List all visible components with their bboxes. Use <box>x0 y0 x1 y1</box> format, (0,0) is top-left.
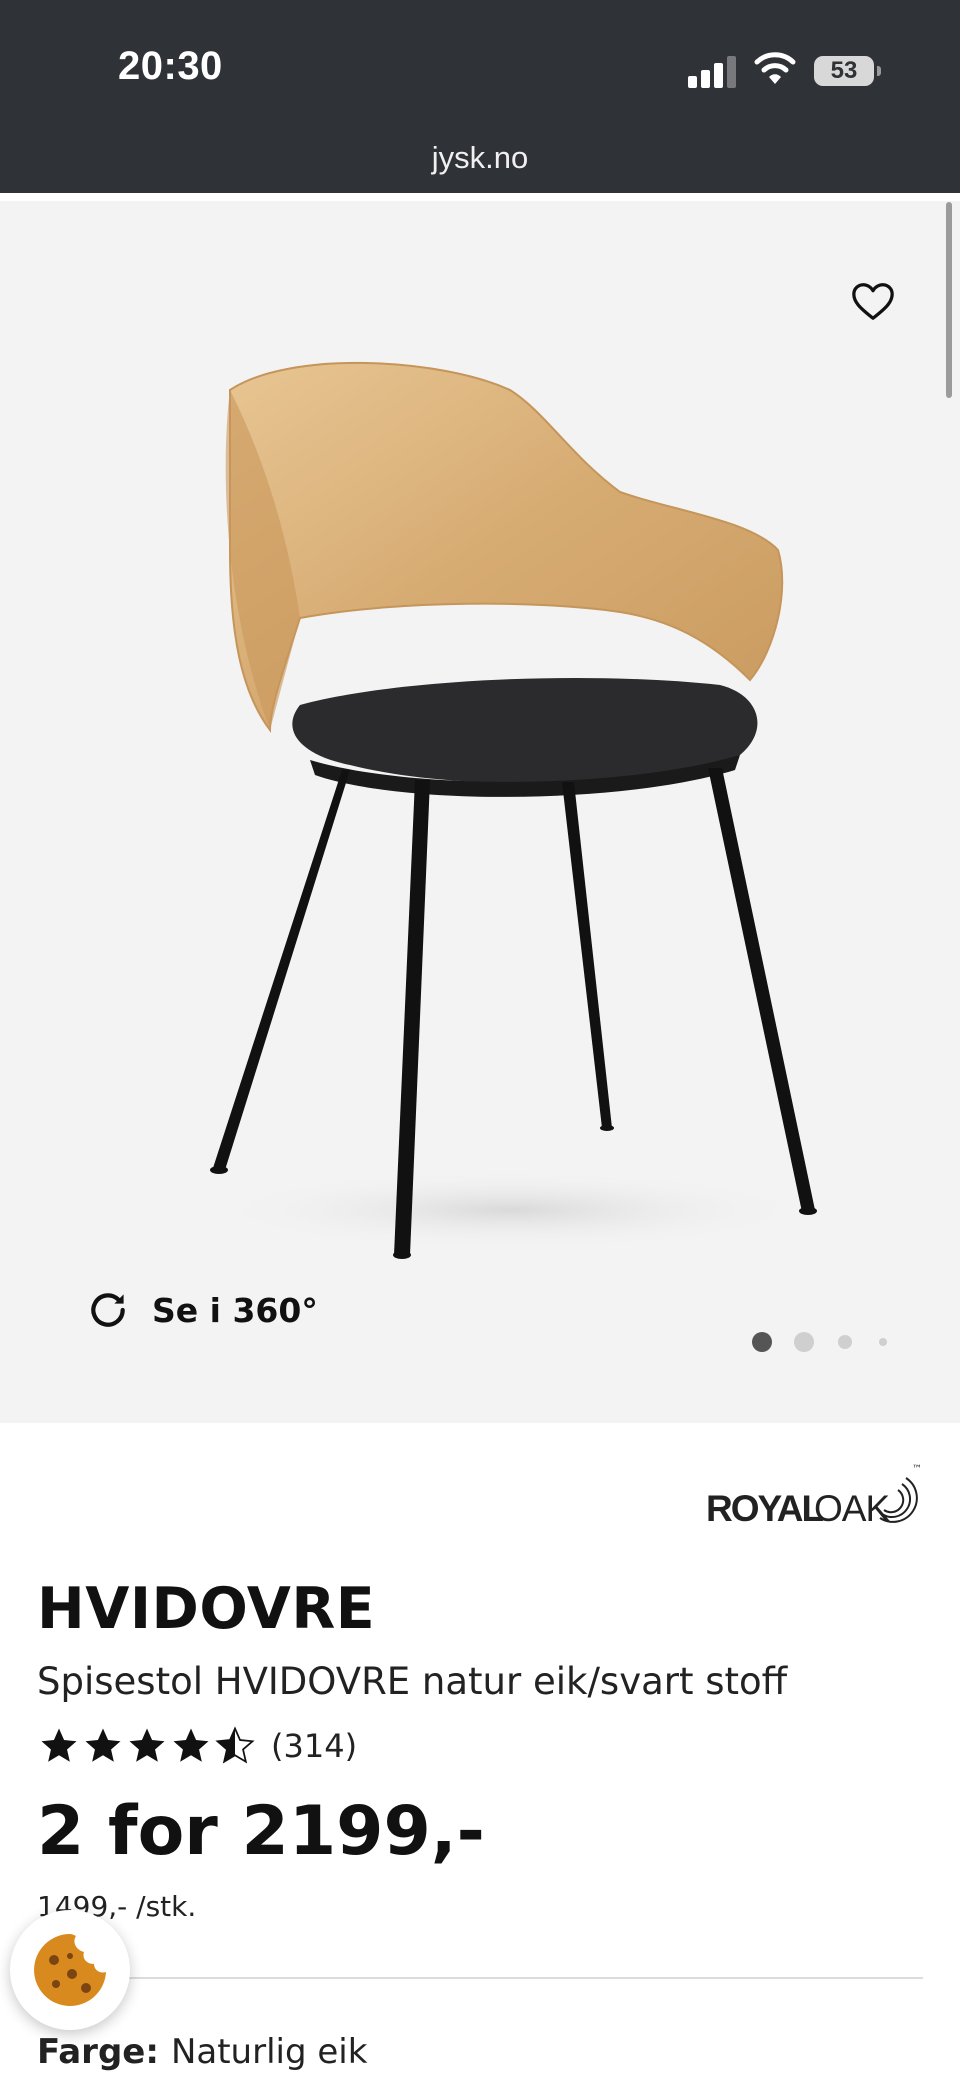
star-full-icon <box>41 1728 77 1762</box>
review-count: (314) <box>271 1727 358 1765</box>
product-rating[interactable]: (314) <box>37 1724 357 1768</box>
status-time: 20:30 <box>118 44 223 88</box>
browser-header: 20:30 53 jysk.no <box>0 0 960 193</box>
gallery-dot-4[interactable] <box>879 1338 887 1346</box>
product-description: Spisestol HVIDOVRE natur eik/svart stoff <box>37 1660 788 1703</box>
product-image-chair <box>210 362 817 1259</box>
product-name: HVIDOVRE <box>37 1576 376 1642</box>
star-half-icon <box>215 1726 255 1764</box>
view-360-label: Se i 360° <box>152 1290 318 1330</box>
product-price: 2 for 2199,- <box>37 1792 485 1871</box>
signal-icon <box>688 56 736 88</box>
star-full-icon <box>85 1728 121 1762</box>
brand-logo[interactable]: ROYAL OAK ™ <box>704 1464 926 1530</box>
gallery-dot-2[interactable] <box>794 1332 814 1352</box>
color-selection[interactable]: Farge: Naturlig eik <box>37 2032 367 2072</box>
cookie-settings-button[interactable] <box>10 1910 130 2030</box>
color-value: Naturlig eik <box>170 2032 368 2072</box>
brand-rings-icon <box>879 1477 918 1523</box>
gallery-dot-1[interactable] <box>752 1332 772 1352</box>
wifi-icon <box>754 52 796 84</box>
divider <box>37 1977 923 1979</box>
rotate-icon <box>91 1293 125 1327</box>
cookie-icon <box>34 1934 106 2006</box>
address-bar[interactable]: jysk.no <box>0 140 960 176</box>
star-full-icon <box>129 1728 165 1762</box>
scrollbar[interactable] <box>946 202 952 398</box>
battery-icon: 53 <box>814 56 881 86</box>
heart-icon[interactable] <box>850 278 896 324</box>
color-label: Farge: <box>37 2032 159 2072</box>
gallery-dot-3[interactable] <box>838 1335 852 1349</box>
star-full-icon <box>173 1728 209 1762</box>
brand-logo-royal: ROYAL <box>706 1488 824 1529</box>
view-360-button[interactable]: Se i 360° <box>86 1288 318 1332</box>
